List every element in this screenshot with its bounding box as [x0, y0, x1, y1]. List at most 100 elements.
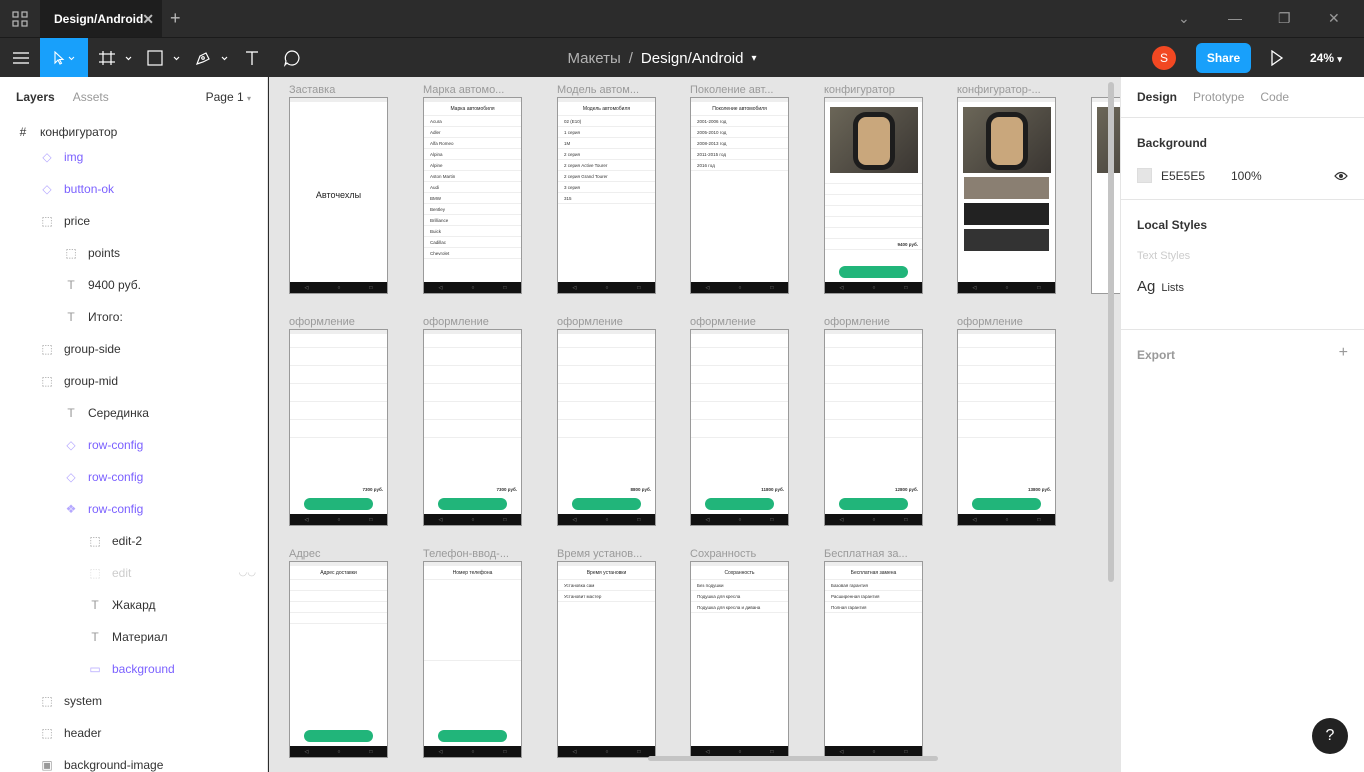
frame-label[interactable]: Заставка [289, 84, 389, 96]
frame-thumbnail[interactable]: Адрес доставки ◁ ○ □ [289, 561, 388, 758]
new-tab-icon[interactable]: + [170, 8, 181, 29]
text-style-item[interactable]: Ag Lists [1137, 278, 1348, 295]
layer-item[interactable]: T Итого: [0, 301, 267, 333]
frame-thumbnail[interactable]: Номер телефона ◁ ○ □ [423, 561, 522, 758]
layer-item[interactable]: ◇ img [0, 141, 267, 173]
layer-item[interactable]: ⬚ header [0, 717, 267, 749]
frame-label[interactable]: Бесплатная за... [824, 548, 924, 560]
checkout-row [691, 420, 788, 438]
frame-label[interactable]: конфигуратор-... [957, 84, 1057, 96]
layer-item[interactable]: ⬚ edit ◡◡ [0, 557, 267, 589]
layer-item[interactable]: ❖ row-config [0, 493, 267, 525]
layer-item[interactable]: ◇ row-config [0, 461, 267, 493]
avatar[interactable]: S [1152, 46, 1176, 70]
file-tab[interactable]: Design/Android ✕ [40, 0, 162, 37]
frame-thumbnail[interactable]: 13800 руб. ◁ ○ □ [957, 329, 1056, 526]
layer-item[interactable]: ⬚ group-mid [0, 365, 267, 397]
layer-item[interactable]: ⬚ price [0, 205, 267, 237]
restore-icon[interactable]: ❐ [1278, 10, 1291, 27]
layer-item[interactable]: ◇ button-ok [0, 173, 267, 205]
frame-thumbnail[interactable]: Марка автомобиля Acura Adler Alfa Romeo Alpi… [423, 97, 522, 294]
frame-thumbnail[interactable]: Поколение автомобиля 2001-2006 год 2005-20… [690, 97, 789, 294]
frame-label[interactable]: оформление [423, 316, 523, 328]
frame-thumbnail[interactable]: 7300 руб. ◁ ○ □ [289, 329, 388, 526]
frame-label[interactable]: Адрес [289, 548, 389, 560]
breadcrumb-project[interactable]: Макеты [568, 50, 621, 67]
frame-label[interactable]: Время установ... [557, 548, 657, 560]
tab-design[interactable]: Design [1137, 90, 1177, 104]
tab-assets[interactable]: Assets [73, 90, 109, 104]
layer-item[interactable]: ▭ background [0, 653, 267, 685]
layer-item[interactable]: ⬚ edit-2 [0, 525, 267, 557]
frame-thumbnail[interactable]: 12800 руб. ◁ ○ □ [824, 329, 923, 526]
eye-icon[interactable] [1334, 171, 1348, 181]
add-export-icon[interactable]: + [1339, 344, 1348, 362]
hidden-eye-icon[interactable]: ◡◡ [239, 567, 256, 578]
layer-item[interactable]: T Жакард [0, 589, 267, 621]
frame-label[interactable]: Телефон-ввод-... [423, 548, 523, 560]
group-icon: ⬚ [65, 246, 77, 260]
frame-label[interactable]: оформление [957, 316, 1057, 328]
android-nav-bar: ◁ ○ □ [825, 282, 922, 293]
list-row: Adler [424, 127, 521, 138]
layer-item[interactable]: ◇ row-config [0, 429, 267, 461]
page-selector[interactable]: Page 1 ▾ [206, 90, 251, 104]
share-button[interactable]: Share [1196, 43, 1251, 73]
minimize-icon[interactable]: — [1228, 10, 1242, 26]
recents-icon: □ [503, 284, 507, 291]
tab-code[interactable]: Code [1260, 90, 1289, 104]
background-color-swatch[interactable] [1137, 168, 1152, 183]
frame-label[interactable]: Марка автомо... [423, 84, 523, 96]
component-instance-icon: ◇ [66, 438, 76, 452]
frame-thumbnail[interactable]: Модель автомобиля 02 (E10) 1 серия 1M 2 сери… [557, 97, 656, 294]
vertical-scrollbar[interactable] [1108, 82, 1114, 582]
frame-thumbnail[interactable]: ◁ ○ □ [957, 97, 1056, 294]
frame-thumbnail[interactable]: 7300 руб. ◁ ○ □ [423, 329, 522, 526]
frame-label[interactable]: оформление [824, 316, 924, 328]
layer-item[interactable]: T Серединка [0, 397, 267, 429]
layer-item[interactable]: T 9400 руб. [0, 269, 267, 301]
text-icon: T [91, 598, 99, 612]
cta-button [839, 498, 908, 510]
layer-item[interactable]: T Материал [0, 621, 267, 653]
canvas[interactable]: Заставка Авточехлы ◁ ○ □ Марка автомо... Марка… [269, 77, 1120, 772]
tab-prototype[interactable]: Prototype [1193, 90, 1244, 104]
frame-label[interactable]: оформление [289, 316, 389, 328]
frame-thumbnail[interactable]: Время установки Установка сам Установит ма… [557, 561, 656, 758]
app-grid-icon[interactable] [12, 11, 28, 27]
frame-label[interactable]: оформление [690, 316, 790, 328]
frame-thumbnail[interactable]: Бесплатная замена Базовая гарантия Расшире… [824, 561, 923, 758]
zoom-value: 24% [1310, 51, 1335, 65]
page-name: Page 1 [205, 90, 244, 104]
close-window-icon[interactable]: ✕ [1328, 10, 1340, 27]
layer-item[interactable]: ⬚ system [0, 685, 267, 717]
chevron-down-icon[interactable]: ⌄ [1178, 10, 1190, 27]
frame-thumbnail[interactable]: Авточехлы ◁ ○ □ [289, 97, 388, 294]
frame-thumbnail-partial[interactable] [1091, 97, 1120, 294]
frame-thumbnail[interactable]: 9400 руб. ◁ ○ □ [824, 97, 923, 294]
back-icon: ◁ [839, 748, 844, 755]
frame-thumbnail[interactable]: Сохранность Без подушки Подушка для кресла… [690, 561, 789, 758]
background-hex[interactable]: E5E5E5 [1161, 169, 1231, 183]
help-button[interactable]: ? [1312, 718, 1348, 754]
background-opacity[interactable]: 100% [1231, 169, 1262, 183]
chevron-down-icon[interactable]: ▾ [751, 53, 756, 64]
frame-label[interactable]: оформление [557, 316, 657, 328]
layer-label: row-config [88, 502, 144, 516]
layer-item[interactable]: ▣ background-image [0, 749, 267, 772]
zoom-dropdown[interactable]: 24% ▾ [1310, 51, 1342, 65]
layer-item[interactable]: ⬚ group-side [0, 333, 267, 365]
frame-label[interactable]: Поколение авт... [690, 84, 790, 96]
frame-thumbnail[interactable]: 11800 руб. ◁ ○ □ [690, 329, 789, 526]
layer-item[interactable]: ⬚ points [0, 237, 267, 269]
breadcrumb-file[interactable]: Design/Android [641, 50, 744, 67]
frame-label[interactable]: Сохранность [690, 548, 790, 560]
frame-thumbnail[interactable]: 8800 руб. ◁ ○ □ [557, 329, 656, 526]
tab-layers[interactable]: Layers [16, 90, 55, 104]
frame-label[interactable]: конфигуратор [824, 84, 924, 96]
play-icon[interactable] [1270, 50, 1284, 66]
frame-label[interactable]: Модель автом... [557, 84, 657, 96]
close-tab-icon[interactable]: ✕ [142, 11, 154, 28]
horizontal-scrollbar[interactable] [648, 756, 938, 761]
checkout-row [558, 348, 655, 366]
